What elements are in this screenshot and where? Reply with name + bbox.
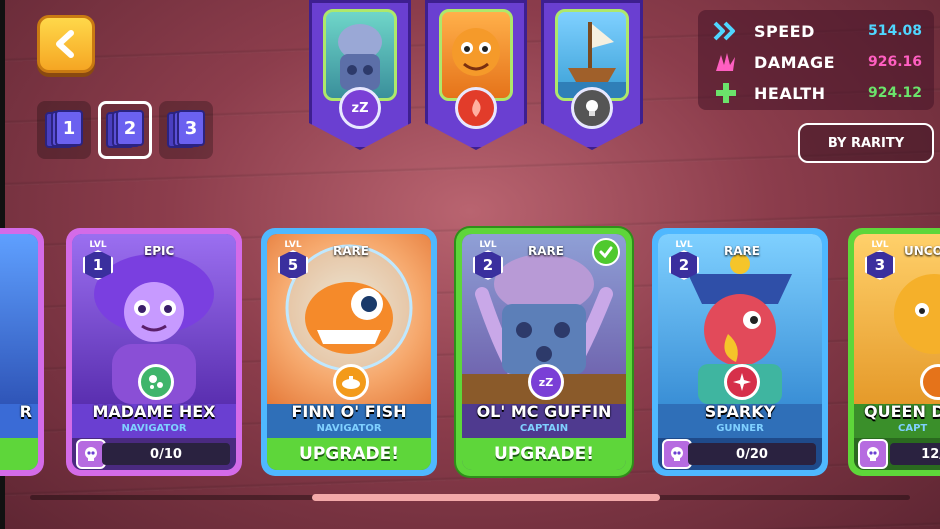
back-button[interactable]: [37, 15, 95, 73]
page-label: 3: [177, 110, 205, 146]
stat-label: HEALTH: [754, 83, 826, 103]
submarine-icon: [333, 364, 369, 400]
card-progress: 12/: [890, 443, 940, 465]
card-role: NAVIGATOR: [316, 423, 382, 434]
card-name: FINN O' FISH: [291, 402, 407, 421]
level-value: 1: [83, 250, 113, 280]
page-label: 2: [116, 110, 144, 146]
starburst-icon: [724, 364, 760, 400]
sleep-icon: zZ: [339, 87, 381, 129]
level-value: 2: [473, 250, 503, 280]
level-label: LVL: [675, 240, 693, 250]
skull-icon: [858, 439, 888, 469]
crew-card-sparky[interactable]: LVL 2 RARE SPARKY GUNNER 0/20: [652, 228, 828, 476]
card-role: GUNNER: [716, 423, 764, 434]
card-role: CAPT: [898, 423, 928, 434]
card-bottom: 0/10: [72, 438, 236, 470]
level-badge: LVL 2: [470, 240, 506, 282]
card-progress: 0/20: [688, 443, 816, 465]
card-name: OL' MC GUFFIN: [476, 402, 612, 421]
claw-icon: [712, 50, 740, 74]
crew-slot-2[interactable]: [425, 0, 527, 150]
bubbles-icon: [138, 364, 174, 400]
crew-slot-1[interactable]: zZ: [309, 0, 411, 150]
crew-slot-3[interactable]: [541, 0, 643, 150]
level-badge: LVL 3: [862, 240, 898, 282]
card-role: CAPTAIN: [519, 423, 569, 434]
level-label: LVL: [284, 240, 302, 250]
sort-by-rarity-button[interactable]: BY RARITY: [798, 123, 934, 163]
crew-stats-panel: SPEED 514.08 DAMAGE 926.16 HEALTH 924.12: [698, 10, 934, 110]
page-button-3[interactable]: 3: [159, 101, 213, 159]
stat-health: HEALTH 924.12: [712, 80, 922, 106]
stat-damage: DAMAGE 926.16: [712, 49, 922, 75]
card-name: QUEEN DR: [864, 402, 940, 421]
checkmark-icon: [592, 238, 620, 266]
card-progress: 0/10: [102, 443, 230, 465]
level-badge: LVL 1: [80, 240, 116, 282]
rarity-label: UNCOM: [904, 244, 940, 258]
crew-card-finn-o-fish[interactable]: LVL 5 RARE FINN O' FISH NAVIGATOR UPGRAD…: [261, 228, 437, 476]
card-stack-icon: 2: [106, 110, 144, 150]
upgrade-label: UPGRADE!: [299, 444, 399, 464]
stat-value: 926.16: [867, 54, 922, 70]
upgrade-button[interactable]: UPGRADE!: [267, 438, 431, 470]
level-badge: LVL 2: [666, 240, 702, 282]
crew-card-queen-partial[interactable]: LVL 3 UNCOM QUEEN DR CAPT 12/: [848, 228, 940, 476]
crew-card-madame-hex[interactable]: LVL 1 EPIC MADAME HEX NAVIGATOR 0/10: [66, 228, 242, 476]
lightbulb-icon: [571, 87, 613, 129]
stat-value: 514.08: [867, 23, 922, 39]
level-label: LVL: [89, 240, 107, 250]
rarity-label: RARE: [724, 244, 760, 258]
card-stack-icon: 3: [167, 110, 205, 150]
upgrade-label: UPGRADE!: [494, 444, 594, 464]
card-role: NAVIGATOR: [121, 423, 187, 434]
card-bottom: 0/20: [658, 438, 822, 470]
level-value: 2: [669, 250, 699, 280]
level-label: LVL: [479, 240, 497, 250]
game-screen: 1 2 3 zZ SPEED 514.08 DAMAGE 926.16 HEAL…: [0, 0, 940, 529]
card-name: SPARKY: [704, 402, 776, 421]
page-button-1[interactable]: 1: [37, 101, 91, 159]
card-name: R: [19, 402, 32, 421]
card-art: [0, 234, 38, 404]
card-bottom: [0, 438, 38, 470]
stat-label: DAMAGE: [754, 52, 836, 72]
level-badge: LVL 5: [275, 240, 311, 282]
page-button-2[interactable]: 2: [98, 101, 152, 159]
plus-icon: [712, 81, 740, 105]
stat-value: 924.12: [867, 85, 922, 101]
crew-card-partial-left[interactable]: R: [0, 228, 44, 476]
scrollbar-thumb[interactable]: [312, 494, 660, 501]
upgrade-button[interactable]: UPGRADE!: [462, 438, 626, 470]
double-chevron-icon: [712, 19, 740, 43]
sleep-icon: zZ: [528, 364, 564, 400]
card-bottom: 12/: [854, 438, 940, 470]
fire-swirl-icon: [455, 87, 497, 129]
rarity-label: RARE: [333, 244, 369, 258]
level-value: 5: [278, 250, 308, 280]
card-name: MADAME HEX: [92, 402, 216, 421]
chevron-left-icon: [56, 30, 74, 58]
card-stack-icon: 1: [45, 110, 83, 150]
crew-card-ol-mc-guffin[interactable]: LVL 2 RARE zZ OL' MC GUFFIN CAPTAIN UPGR…: [456, 228, 632, 476]
stat-speed: SPEED 514.08: [712, 18, 922, 44]
rarity-label: RARE: [528, 244, 564, 258]
stat-label: SPEED: [754, 21, 815, 41]
level-value: 3: [865, 250, 895, 280]
rarity-label: EPIC: [144, 244, 175, 258]
page-label: 1: [55, 110, 83, 146]
level-label: LVL: [871, 240, 889, 250]
